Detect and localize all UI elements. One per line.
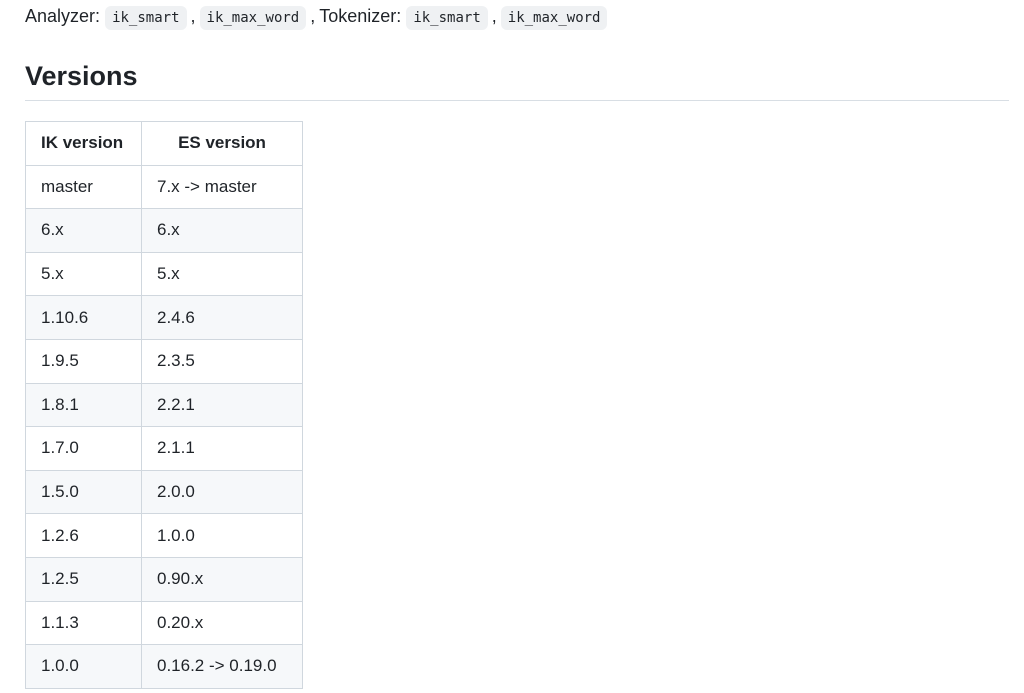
header-ik-version: IK version	[25, 121, 142, 166]
separator: ,	[491, 6, 497, 26]
table-row: 1.7.0 2.1.1	[25, 426, 303, 471]
cell-ik-version: 6.x	[25, 208, 142, 253]
table-row: 1.2.6 1.0.0	[25, 513, 303, 558]
analyzer-label: Analyzer:	[25, 6, 101, 26]
header-es-version: ES version	[141, 121, 303, 166]
cell-ik-version: 1.7.0	[25, 426, 142, 471]
cell-es-version: 2.0.0	[141, 469, 303, 515]
cell-ik-version: 1.1.3	[25, 600, 142, 646]
cell-ik-version: master	[25, 164, 142, 210]
cell-es-version: 2.1.1	[141, 426, 303, 471]
cell-ik-version: 1.0.0	[25, 644, 142, 689]
tokenizer-code-ik-smart: ik_smart	[406, 6, 488, 30]
cell-ik-version: 1.8.1	[25, 382, 142, 428]
analyzer-tokenizer-line: Analyzer: ik_smart, ik_max_word, Tokenizer…	[25, 0, 1009, 33]
table-row: 5.x 5.x	[25, 251, 303, 297]
cell-es-version: 5.x	[141, 251, 303, 297]
cell-ik-version: 5.x	[25, 251, 142, 297]
cell-es-version: 0.20.x	[141, 600, 303, 646]
readme-content: Analyzer: ik_smart, ik_max_word, Tokenizer…	[25, 0, 1009, 689]
tokenizer-label: Tokenizer:	[319, 6, 402, 26]
separator: ,	[190, 6, 196, 26]
table-row: 1.2.5 0.90.x	[25, 556, 303, 602]
table-row: 1.5.0 2.0.0	[25, 469, 303, 515]
cell-ik-version: 1.9.5	[25, 338, 142, 384]
versions-table: IK version ES version master 7.x -> mast…	[25, 121, 303, 689]
table-header-row: IK version ES version	[25, 121, 303, 166]
cell-es-version: 2.3.5	[141, 338, 303, 384]
table-row: master 7.x -> master	[25, 164, 303, 210]
table-row: 1.9.5 2.3.5	[25, 338, 303, 384]
separator: ,	[310, 6, 316, 26]
table-row: 1.10.6 2.4.6	[25, 295, 303, 340]
cell-es-version: 6.x	[141, 208, 303, 253]
analyzer-code-ik-smart: ik_smart	[105, 6, 187, 30]
table-row: 1.8.1 2.2.1	[25, 382, 303, 428]
table-row: 1.0.0 0.16.2 -> 0.19.0	[25, 644, 303, 689]
cell-es-version: 0.16.2 -> 0.19.0	[141, 644, 303, 689]
cell-ik-version: 1.2.5	[25, 556, 142, 602]
cell-es-version: 1.0.0	[141, 513, 303, 558]
cell-ik-version: 1.5.0	[25, 469, 142, 515]
cell-es-version: 7.x -> master	[141, 164, 303, 210]
cell-ik-version: 1.2.6	[25, 513, 142, 558]
table-row: 1.1.3 0.20.x	[25, 600, 303, 646]
table-row: 6.x 6.x	[25, 208, 303, 253]
heading-divider	[25, 100, 1009, 101]
analyzer-code-ik-max-word: ik_max_word	[199, 6, 307, 30]
cell-es-version: 0.90.x	[141, 556, 303, 602]
cell-es-version: 2.4.6	[141, 295, 303, 340]
versions-heading: Versions	[25, 61, 138, 91]
cell-ik-version: 1.10.6	[25, 295, 142, 340]
tokenizer-code-ik-max-word: ik_max_word	[500, 6, 608, 30]
cell-es-version: 2.2.1	[141, 382, 303, 428]
